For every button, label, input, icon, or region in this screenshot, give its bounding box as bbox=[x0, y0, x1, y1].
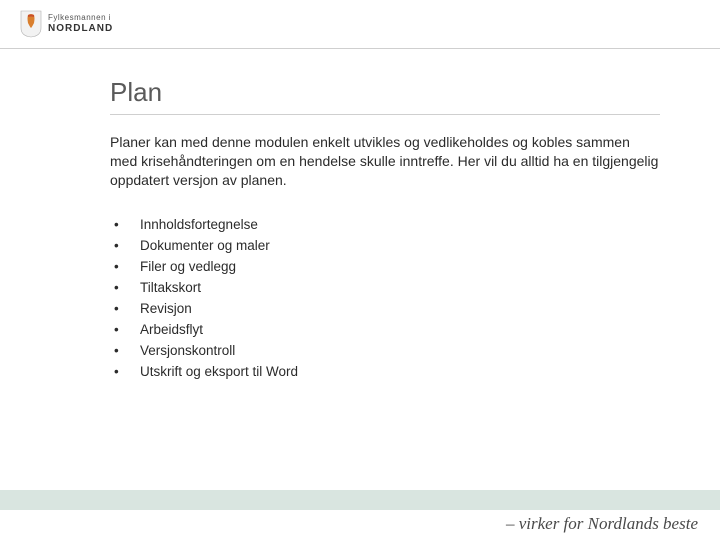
list-item: •Dokumenter og maler bbox=[110, 235, 660, 256]
title-underline bbox=[110, 114, 660, 115]
list-item-label: Versjonskontroll bbox=[140, 343, 235, 358]
logo-line1: Fylkesmannen i bbox=[48, 14, 113, 22]
content-area: Plan Planer kan med denne modulen enkelt… bbox=[0, 49, 720, 382]
header-bar: Fylkesmannen i NORDLAND bbox=[0, 0, 720, 49]
page-title: Plan bbox=[110, 77, 660, 108]
footer-tagline: – virker for Nordlands beste bbox=[506, 514, 698, 534]
list-item-label: Utskrift og eksport til Word bbox=[140, 364, 298, 379]
list-item: •Filer og vedlegg bbox=[110, 256, 660, 277]
list-item-label: Dokumenter og maler bbox=[140, 238, 270, 253]
list-item: •Innholdsfortegnelse bbox=[110, 214, 660, 235]
list-item: •Tiltakskort bbox=[110, 277, 660, 298]
crest-icon bbox=[20, 10, 42, 38]
list-item: •Arbeidsflyt bbox=[110, 319, 660, 340]
logo-text: Fylkesmannen i NORDLAND bbox=[48, 14, 113, 34]
bullet-list: •Innholdsfortegnelse •Dokumenter og male… bbox=[110, 214, 660, 382]
list-item-label: Tiltakskort bbox=[140, 280, 201, 295]
list-item-label: Revisjon bbox=[140, 301, 192, 316]
list-item-label: Arbeidsflyt bbox=[140, 322, 203, 337]
list-item-label: Innholdsfortegnelse bbox=[140, 217, 258, 232]
logo: Fylkesmannen i NORDLAND bbox=[20, 10, 113, 38]
footer: – virker for Nordlands beste bbox=[0, 488, 720, 540]
list-item: •Utskrift og eksport til Word bbox=[110, 361, 660, 382]
footer-bar bbox=[0, 490, 720, 510]
body-paragraph: Planer kan med denne modulen enkelt utvi… bbox=[110, 133, 660, 190]
list-item-label: Filer og vedlegg bbox=[140, 259, 236, 274]
list-item: •Revisjon bbox=[110, 298, 660, 319]
list-item: •Versjonskontroll bbox=[110, 340, 660, 361]
logo-line2: NORDLAND bbox=[48, 24, 113, 34]
